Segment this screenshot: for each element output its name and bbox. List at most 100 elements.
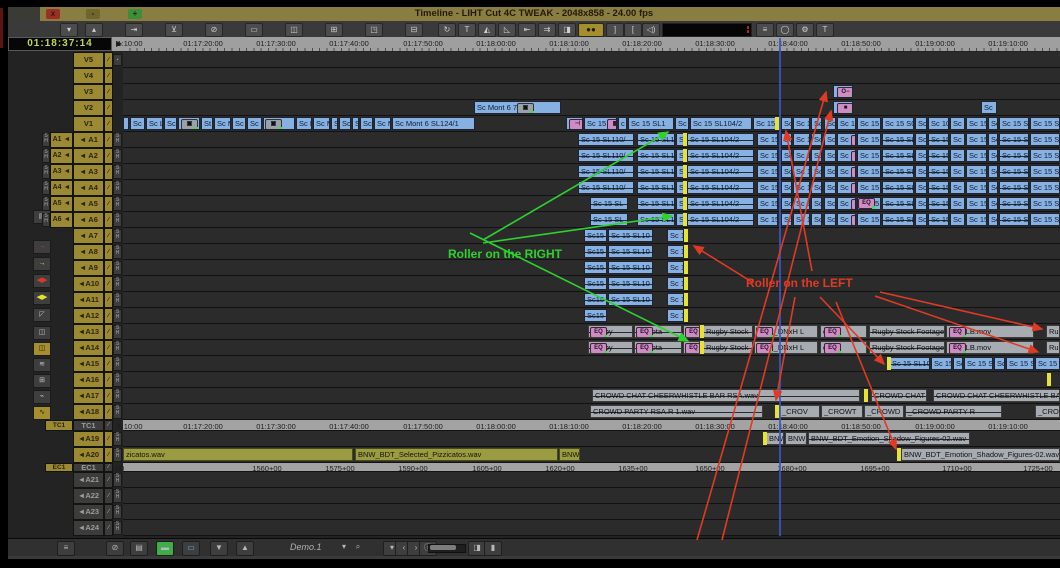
monitor-icon-V5[interactable]: ▪ — [113, 54, 122, 66]
track-lane-V5[interactable] — [123, 52, 1060, 68]
clip-A3[interactable]: Sc 15 SL — [1030, 165, 1060, 178]
track-lane-V3[interactable]: O− — [123, 84, 1060, 100]
clip-A4[interactable]: Sc 15 SL — [999, 181, 1029, 194]
clip-A1[interactable]: Sc 15 S — [857, 133, 881, 146]
clip-A13[interactable]: Rug — [1046, 325, 1060, 338]
track-lane-A7[interactable]: Sc15Sc 15 SL10 Sc 15 — [123, 228, 1060, 244]
track-lane-A15[interactable]: Sc 15 SL10Sc 15ScSc 15 SScSc 15 SLSc 15 … — [123, 356, 1060, 372]
clip-A14[interactable]: k FootaEQ — [634, 341, 682, 354]
clip-A11[interactable]: Sc15 — [584, 293, 607, 306]
clip-A3[interactable]: Sc — [988, 165, 998, 178]
clip-V2[interactable]: Sc Mont 6 7/1 ▣ — [474, 101, 561, 114]
clip-A4[interactable]: Sc — [811, 181, 822, 194]
track-pencil-TC1[interactable]: ∕ — [104, 420, 113, 431]
track-pencil-A23[interactable]: ∕ — [104, 504, 113, 520]
solo-mute-A3[interactable]: SH — [113, 165, 122, 179]
source-track-TC1[interactable]: TC1 — [45, 420, 73, 431]
source-track-A4[interactable]: A4 ◄ — [50, 180, 73, 196]
track-button-A15[interactable]: ◄A15 — [73, 356, 104, 372]
clip-A2[interactable]: Sc 15 SL104/2 — [687, 149, 754, 162]
clip-A1[interactable]: Sc 15 SL10 — [882, 133, 914, 146]
splice-in-button[interactable]: ⇥ — [125, 23, 143, 37]
clip-A1[interactable]: Sc — [988, 133, 998, 146]
clip-V1[interactable]: Sc 15 SL104/2 — [690, 117, 752, 130]
clip-color-button[interactable]: ▭ — [245, 23, 263, 37]
clip-A14[interactable]: ck FoEQ — [820, 341, 867, 354]
clip-A1[interactable]: Sc 1 — [793, 133, 810, 146]
clip-A19[interactable]: BNW — [766, 432, 784, 445]
trim-roller[interactable] — [683, 213, 687, 226]
clip-A14[interactable]: Rugby Stock — [703, 341, 753, 354]
track-button-V3[interactable]: V3 — [73, 84, 104, 100]
clip-A5[interactable]: Sc 15 SL10 — [637, 197, 675, 210]
record-button[interactable]: ◯ — [776, 23, 794, 37]
close-button[interactable]: x — [46, 9, 60, 19]
trim-roller[interactable] — [684, 229, 688, 242]
clip-A12[interactable]: Sc15 — [584, 309, 607, 322]
clip-A2[interactable]: Sc 1 — [950, 149, 965, 162]
clip-A4[interactable]: Sc — [824, 181, 836, 194]
clip-A5[interactable]: Sc — [915, 197, 927, 210]
solo-mute-A22[interactable]: SH — [113, 489, 122, 503]
clip-A1[interactable]: Sc — [915, 133, 927, 146]
clip-A4[interactable]: Sc — [781, 181, 792, 194]
clip-A3[interactable]: Sc 1 — [793, 165, 810, 178]
track-pencil-A20[interactable]: ∕ — [104, 447, 113, 463]
clip-A6[interactable]: Sc 15 SL — [590, 213, 628, 226]
track-lane-A14[interactable]: RugbyEQk FootaEQEQRugby Stockge_2_DNxH L… — [123, 340, 1060, 356]
clip-A6[interactable]: Sc 15 S — [966, 213, 987, 226]
effect-icon[interactable]: ▣ — [181, 119, 198, 129]
clip-A6[interactable]: Sc — [988, 213, 998, 226]
clip-A1[interactable]: Sc 15 SL104/2 — [687, 133, 754, 146]
scrub-icon[interactable]: ∿ — [33, 406, 51, 420]
quad-split-button[interactable]: ⊞ — [325, 23, 343, 37]
source-solo-mute-A4[interactable]: SH — [42, 181, 50, 195]
track-button-A23[interactable]: ◄A23 — [73, 504, 104, 520]
trim-roller[interactable] — [700, 325, 704, 338]
mark-in-button[interactable]: [ — [624, 23, 642, 37]
track-lane-A23[interactable] — [123, 504, 1060, 520]
video-up-button[interactable]: ▲ — [236, 541, 254, 556]
clip-V1[interactable]: S — [352, 117, 359, 130]
focus-button[interactable]: ≡ — [57, 541, 75, 556]
clip-A6[interactable]: Sc — [915, 213, 927, 226]
track-pencil-A19[interactable]: ∕ — [104, 431, 113, 447]
clip-view-button[interactable]: ▤ — [130, 541, 148, 556]
clip-V1[interactable]: Sc 15 S — [857, 117, 881, 130]
source-track-A5[interactable]: A5 ◄ — [50, 196, 73, 212]
source-track-A2[interactable]: A2 ◄ — [50, 148, 73, 164]
clip-A5[interactable]: Sc 1 — [793, 197, 810, 210]
trim-roller[interactable] — [1047, 373, 1051, 386]
monitor-button[interactable]: ▭ — [182, 541, 200, 556]
clip-A4[interactable]: Sc 1 — [950, 181, 965, 194]
clip-A9[interactable]: Sc 15 SL10 — [608, 261, 653, 274]
source-solo-mute-A3[interactable]: SH — [42, 165, 50, 179]
clip-A13[interactable]: xHR LB.mov EQ — [946, 325, 1034, 338]
clip-A2[interactable]: Sc 15 SL — [999, 149, 1029, 162]
eq-effect-icon[interactable]: EQ — [636, 343, 653, 353]
text-tool-button[interactable]: T — [816, 23, 834, 37]
track-pencil-A21[interactable]: ∕ — [104, 472, 113, 488]
clip-A1[interactable]: Sc 1 — [950, 133, 965, 146]
track-pencil-V3[interactable]: ∕ — [104, 84, 113, 100]
effect-icon[interactable]: ▦ — [851, 167, 855, 177]
solo-mute-A11[interactable]: SH — [113, 293, 122, 307]
clip-A2[interactable]: Sc — [811, 149, 822, 162]
clip-A4[interactable]: Sc 15 SL10 — [882, 181, 914, 194]
clip-A8[interactable]: Sc 15 SL10 — [608, 245, 653, 258]
clip-A6[interactable]: Sc 15 SL104/2 — [687, 213, 754, 226]
clip-V1[interactable]: Sc 1 — [793, 117, 810, 130]
clip-A5[interactable]: Sc 15 SL — [1030, 197, 1060, 210]
solo-mute-A21[interactable]: SH — [113, 473, 122, 487]
track-lane-A8[interactable]: Sc15Sc 15 SL10 Sc 15 — [123, 244, 1060, 260]
track-button-A11[interactable]: ◄A11 — [73, 292, 104, 308]
clip-A6[interactable]: Sc 15 SL — [1030, 213, 1060, 226]
clip-V1[interactable]: Sc — [339, 117, 351, 130]
track-button-A1[interactable]: ◄ A1 — [73, 132, 104, 148]
clip-A6[interactable]: Sc 1 — [793, 213, 810, 226]
solo-mute-A4[interactable]: SH — [113, 181, 122, 195]
clip-A6[interactable]: Sc — [811, 213, 822, 226]
clip-A19[interactable]: BNW_ — [785, 432, 807, 445]
track-button-A24[interactable]: ◄A24 — [73, 520, 104, 536]
track-lane-EC1[interactable]: +00 1560+00 1575+00 1590+00 1605+00 1620+00 16… — [112, 463, 1060, 473]
